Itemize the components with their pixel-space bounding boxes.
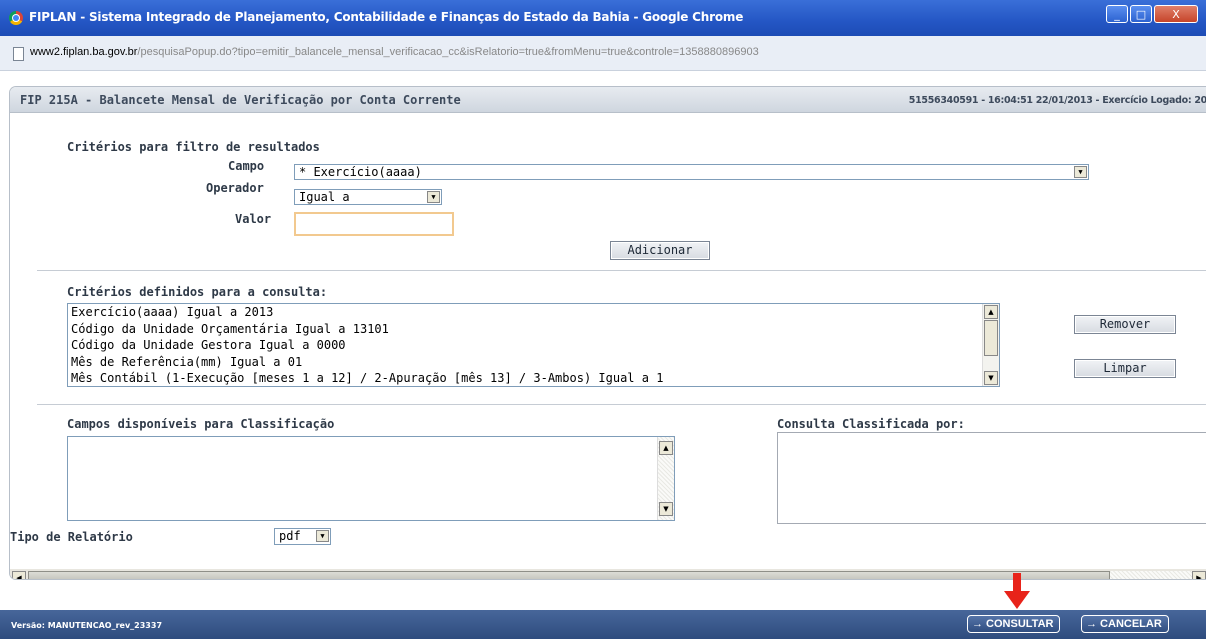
remover-button[interactable]: Remover [1074,315,1176,334]
chevron-down-icon[interactable]: ▼ [427,191,440,203]
list-item[interactable]: Código da Unidade Orçamentária Igual a 1… [68,321,999,338]
session-info: 51556340591 - 16:04:51 22/01/2013 - Exer… [908,95,1206,106]
scroll-down-icon[interactable]: ▼ [984,371,998,385]
limpar-button[interactable]: Limpar [1074,359,1176,378]
dialog-header: FIP 215A - Balancete Mensal de Verificaç… [10,87,1206,113]
close-button[interactable]: X [1154,5,1198,23]
operador-select[interactable]: Igual a ▼ [294,189,442,205]
valor-label: Valor [235,212,272,226]
report-dialog: FIP 215A - Balancete Mensal de Verificaç… [9,86,1206,580]
filter-section-title: Critérios para filtro de resultados [67,140,320,154]
scroll-right-icon[interactable]: ▶ [1192,571,1206,579]
campo-select[interactable]: * Exercício(aaaa) ▼ [294,164,1089,180]
criteria-list[interactable]: Exercício(aaaa) Igual a 2013 Código da U… [67,303,1000,387]
adicionar-button[interactable]: Adicionar [610,241,710,260]
chevron-down-icon[interactable]: ▼ [316,530,329,542]
url[interactable]: www2.fiplan.ba.gov.br/pesquisaPopup.do?t… [30,46,759,58]
url-path: /pesquisaPopup.do?tipo=emitir_balancele_… [137,46,759,58]
page-icon [13,47,24,61]
report-type-value: pdf [279,529,301,543]
criteria-section-title: Critérios definidos para a consulta: [67,285,328,299]
window-titlebar: FIPLAN - Sistema Integrado de Planejamen… [0,0,1206,36]
divider [37,270,1206,271]
divider [37,404,1206,405]
version-label: Versão: MANUTENCAO_rev_23337 [11,621,163,630]
list-item[interactable]: Mês Contábil (1-Execução [meses 1 a 12] … [68,370,999,386]
scroll-thumb[interactable] [984,320,998,356]
operador-value: Igual a [299,190,350,204]
valor-input[interactable] [294,212,454,236]
annotation-arrow-icon [1004,573,1030,609]
scroll-up-icon[interactable]: ▲ [659,441,673,455]
available-fields-list[interactable]: ▲ ▼ [67,436,675,521]
scroll-up-icon[interactable]: ▲ [984,305,998,319]
consultar-button[interactable]: → CONSULTAR [967,615,1061,633]
list-item[interactable]: Código da Unidade Gestora Igual a 0000 [68,337,999,354]
minimize-button[interactable]: _ [1106,5,1128,23]
dialog-title: FIP 215A - Balancete Mensal de Verificaç… [20,93,461,107]
address-bar[interactable]: www2.fiplan.ba.gov.br/pesquisaPopup.do?t… [0,36,1206,71]
criteria-scrollbar[interactable]: ▲ ▼ [982,304,999,386]
list-item[interactable]: Exercício(aaaa) Igual a 2013 [68,304,999,321]
report-type-label: Tipo de Relatório [10,530,133,544]
campo-label: Campo [228,159,265,173]
scroll-down-icon[interactable]: ▼ [659,502,673,516]
footer-bar: Versão: MANUTENCAO_rev_23337 → CONSULTAR… [0,610,1206,639]
url-host: www2.fiplan.ba.gov.br [30,46,138,58]
scroll-left-icon[interactable]: ◀ [12,571,26,579]
scroll-track[interactable] [1110,571,1192,579]
list-item[interactable]: Mês de Referência(mm) Igual a 01 [68,354,999,371]
chrome-icon [9,11,23,25]
sorted-by-title: Consulta Classificada por: [777,417,965,431]
report-type-select[interactable]: pdf ▼ [274,528,331,545]
sorted-by-list[interactable] [777,432,1206,524]
maximize-button[interactable]: □ [1130,5,1152,23]
scroll-thumb[interactable] [28,571,1110,579]
available-scrollbar[interactable]: ▲ ▼ [657,437,674,520]
window-title: FIPLAN - Sistema Integrado de Planejamen… [29,10,744,24]
cancelar-button[interactable]: → CANCELAR [1081,615,1169,633]
available-fields-title: Campos disponíveis para Classificação [67,417,335,431]
campo-value: * Exercício(aaaa) [299,165,422,179]
operador-label: Operador [206,181,264,195]
chevron-down-icon[interactable]: ▼ [1074,166,1087,178]
